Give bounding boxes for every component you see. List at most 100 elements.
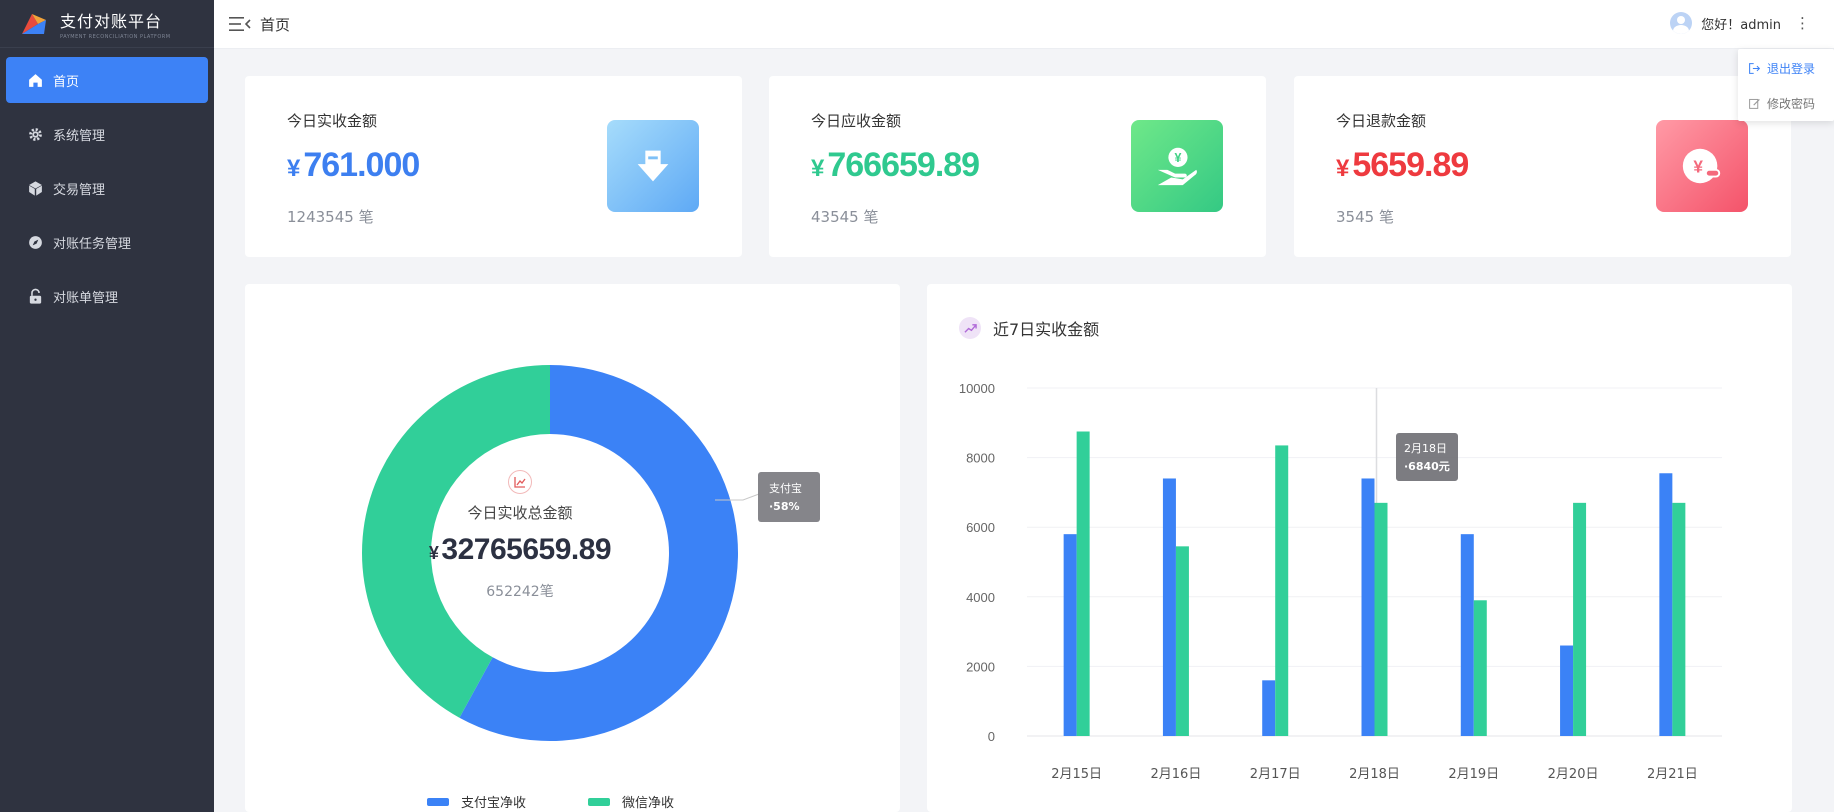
bar-chart-panel: 近7日实收金额 0 2000 4000 6000 8000 10000 2月15日 2月16日… xyxy=(927,284,1792,812)
donut-center-label: 今日实收总金额 xyxy=(467,504,573,522)
x-tick-label: 2月20日 xyxy=(1548,767,1599,782)
gear-icon xyxy=(26,125,44,143)
y-tick-label: 4000 xyxy=(966,590,995,605)
bar[interactable] xyxy=(1063,534,1077,736)
sidebar-collapse-button[interactable] xyxy=(228,12,252,36)
bar[interactable] xyxy=(1175,546,1189,736)
change-password-menu-item[interactable]: 修改密码 xyxy=(1738,87,1834,119)
avatar[interactable] xyxy=(1670,12,1693,34)
donut-tooltip-name: 支付宝 xyxy=(769,482,802,495)
sidebar-item-home[interactable]: 首页 xyxy=(6,57,208,103)
logout-menu-item[interactable]: 退出登录 xyxy=(1738,52,1834,84)
bar[interactable] xyxy=(1076,431,1090,737)
sidebar-item-label: 对账任务管理 xyxy=(53,236,132,252)
menu-fold-icon xyxy=(229,17,251,31)
y-tick-label: 8000 xyxy=(966,451,995,466)
stat-count: 3545 笔 xyxy=(1336,208,1394,226)
sidebar-item-system[interactable]: 系统管理 xyxy=(6,111,208,157)
sidebar-item-reconcile-tasks[interactable]: 对账任务管理 xyxy=(6,219,208,265)
donut-chart-panel: 今日实收总金额 ¥32765659.89 652242笔 支付宝 ·58% 支付… xyxy=(245,284,900,812)
bar[interactable] xyxy=(1275,445,1289,736)
x-tick-label: 2月18日 xyxy=(1349,767,1400,782)
legend-swatch xyxy=(588,797,610,806)
user-dropdown-menu: 退出登录 修改密码 xyxy=(1738,49,1834,121)
x-tick-label: 2月21日 xyxy=(1647,767,1698,782)
svg-text:¥: ¥ xyxy=(1174,151,1181,165)
cube-icon xyxy=(26,179,44,197)
stat-value: ¥766659.89 xyxy=(811,146,980,184)
trend-chart-icon xyxy=(508,470,532,494)
stat-label: 今日应收金额 xyxy=(811,112,902,130)
legend-swatch xyxy=(427,797,449,806)
svg-text:¥: ¥ xyxy=(1693,157,1703,177)
stat-label: 今日退款金额 xyxy=(1336,112,1427,130)
stat-count: 1243545 笔 xyxy=(287,208,374,226)
sidebar-item-statements[interactable]: 对账单管理 xyxy=(6,273,208,319)
bar[interactable] xyxy=(1361,478,1375,736)
user-greeting[interactable]: 您好！admin xyxy=(1701,14,1781,33)
donut-tooltip: 支付宝 ·58% xyxy=(758,472,820,522)
stat-value: ¥5659.89 xyxy=(1336,146,1469,184)
bar[interactable] xyxy=(1672,502,1686,736)
donut-center-count: 652242笔 xyxy=(486,584,554,600)
sidebar-item-label: 对账单管理 xyxy=(53,290,119,306)
bar-tooltip: 2月18日 ·6840元 xyxy=(1396,433,1458,481)
bar[interactable] xyxy=(1262,680,1276,736)
legend-label: 微信净收 xyxy=(622,796,675,811)
sidebar-item-label: 系统管理 xyxy=(53,128,106,144)
bar[interactable] xyxy=(1473,600,1487,736)
bar[interactable] xyxy=(1460,534,1474,736)
bar[interactable] xyxy=(1560,645,1574,736)
brand-title: 支付对账平台 xyxy=(60,11,163,31)
edit-icon xyxy=(1749,98,1760,109)
y-tick-label: 10000 xyxy=(959,381,995,396)
stat-count: 43545 笔 xyxy=(811,208,879,226)
download-arrow-icon xyxy=(607,120,699,212)
more-vertical-icon[interactable]: ⋮ xyxy=(1795,15,1810,31)
donut-center-summary: 今日实收总金额 ¥32765659.89 652242笔 xyxy=(410,470,630,601)
y-tick-label: 0 xyxy=(988,729,995,744)
page-title: 首页 xyxy=(260,15,291,34)
y-tick-label: 2000 xyxy=(966,659,995,674)
compass-icon xyxy=(26,233,44,251)
stat-value: ¥761.000 xyxy=(287,146,420,184)
top-header: 首页 您好！admin ⋮ xyxy=(214,0,1834,49)
logout-icon xyxy=(1749,62,1761,74)
donut-center-total: ¥32765659.89 xyxy=(428,533,612,566)
sidebar-item-label: 首页 xyxy=(53,74,80,90)
donut-tooltip-value: ·58% xyxy=(769,500,800,513)
sidebar-item-transactions[interactable]: 交易管理 xyxy=(6,165,208,211)
legend-item-wechat[interactable]: 微信净收 xyxy=(588,792,674,811)
user-area: 您好！admin ⋮ xyxy=(1670,12,1810,34)
change-password-label: 修改密码 xyxy=(1767,96,1816,111)
legend-item-alipay[interactable]: 支付宝净收 xyxy=(427,792,526,811)
stat-label: 今日实收金额 xyxy=(287,112,378,130)
stat-card-refund: 今日退款金额 ¥5659.89 3545 笔 ¥ xyxy=(1294,76,1791,257)
refund-coin-icon: ¥ xyxy=(1656,120,1748,212)
x-tick-label: 2月15日 xyxy=(1051,767,1102,782)
lock-icon xyxy=(26,287,44,305)
brand-logo-icon xyxy=(18,10,50,38)
home-icon xyxy=(26,71,44,89)
bar-tooltip-value: ·6840元 xyxy=(1404,460,1450,473)
brand: 支付对账平台 PAYMENT RECONCILIATION PLATFORM xyxy=(0,0,214,48)
brand-subtitle: PAYMENT RECONCILIATION PLATFORM xyxy=(60,33,171,40)
bar-tooltip-date: 2月18日 xyxy=(1404,442,1447,455)
stat-card-receivable: 今日应收金额 ¥766659.89 43545 笔 ¥ xyxy=(769,76,1266,257)
y-tick-label: 6000 xyxy=(966,520,995,535)
sidebar-menu: 首页 系统管理 交易管理 对账任务管理 对账单管理 xyxy=(0,57,214,319)
x-tick-label: 2月19日 xyxy=(1448,767,1499,782)
sidebar-item-label: 交易管理 xyxy=(53,182,106,198)
legend-label: 支付宝净收 xyxy=(461,796,527,811)
stat-card-received: 今日实收金额 ¥761.000 1243545 笔 xyxy=(245,76,742,257)
bar-chart: 0 2000 4000 6000 8000 10000 2月15日 2月16日 2月17日 2月1… xyxy=(959,381,1722,782)
hand-coin-icon: ¥ xyxy=(1131,120,1223,212)
x-tick-label: 2月16日 xyxy=(1151,767,1202,782)
bar[interactable] xyxy=(1162,478,1176,736)
bar[interactable] xyxy=(1659,473,1673,736)
bar[interactable] xyxy=(1374,502,1388,736)
bar[interactable] xyxy=(1573,502,1587,736)
sidebar: 支付对账平台 PAYMENT RECONCILIATION PLATFORM 首… xyxy=(0,0,214,812)
logout-label: 退出登录 xyxy=(1767,61,1816,76)
x-tick-label: 2月17日 xyxy=(1250,767,1301,782)
